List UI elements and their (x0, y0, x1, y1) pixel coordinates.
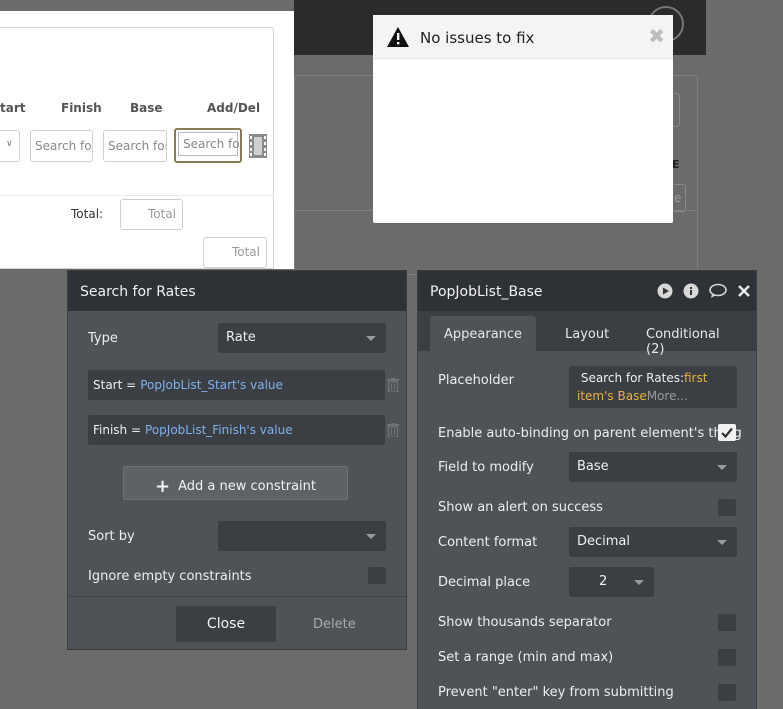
selected-search-box[interactable]: Search for (174, 128, 242, 163)
selected-search-box-text: Search for (178, 132, 240, 156)
element-properties-panel: PopJobList_Base Appearance Layout Condit… (417, 270, 757, 709)
field-to-modify-value: Base (577, 459, 609, 474)
column-header-start: tart (0, 101, 26, 115)
start-dropdown[interactable]: ∨ (0, 130, 20, 162)
auto-binding-checkbox[interactable] (718, 424, 736, 441)
finish-search-box[interactable]: Search for (30, 130, 93, 162)
decimal-place-value: 2 (599, 574, 608, 589)
trash-icon[interactable] (387, 423, 399, 437)
tab-appearance[interactable]: Appearance (430, 316, 537, 351)
auto-binding-label: Enable auto-binding on parent element's … (438, 426, 742, 441)
check-icon (721, 427, 733, 438)
info-icon[interactable] (683, 283, 699, 303)
tab-layout[interactable]: Layout (551, 316, 623, 351)
chevron-down-icon (366, 534, 376, 539)
field-to-modify-select[interactable]: Base (569, 452, 737, 482)
constraint-field: Finish = (93, 423, 142, 437)
alert-on-success-label: Show an alert on success (438, 500, 603, 515)
close-icon[interactable] (737, 284, 751, 302)
properties-tabs: Appearance Layout Conditional (2) (418, 311, 756, 357)
constraint-row[interactable]: Finish = PopJobList_Finish's value (88, 415, 385, 445)
chevron-down-icon: ∨ (6, 139, 13, 149)
thousands-separator-checkbox[interactable] (718, 614, 736, 631)
total-input[interactable]: Total (120, 199, 183, 230)
chevron-down-icon (366, 336, 376, 341)
dynamic-expression[interactable]: first (684, 371, 707, 385)
decimal-place-select[interactable]: 2 (569, 567, 654, 597)
prevent-enter-checkbox[interactable] (718, 684, 736, 701)
panel-divider (68, 596, 406, 597)
placeholder-label: Placeholder (438, 373, 514, 388)
field-to-modify-label: Field to modify (438, 460, 534, 475)
film-icon[interactable] (249, 134, 267, 158)
add-constraint-label: Add a new constraint (178, 479, 316, 494)
plus-icon: + (155, 476, 171, 497)
chevron-down-icon (634, 580, 644, 585)
issues-header: No issues to fix ✖ (373, 15, 673, 59)
panel-title: Search for Rates (68, 271, 406, 311)
content-format-label: Content format (438, 535, 538, 550)
sort-by-select[interactable] (218, 521, 386, 551)
content-format-value: Decimal (577, 534, 631, 549)
base-search-box[interactable]: Search for (103, 130, 167, 162)
constraint-field: Start = (93, 378, 137, 392)
chevron-down-icon (717, 465, 727, 470)
type-select[interactable]: Rate (218, 323, 386, 353)
column-header-finish: Finish (61, 101, 102, 115)
background-text: e (674, 191, 682, 205)
issues-title: No issues to fix (420, 29, 535, 47)
type-label: Type (88, 331, 118, 346)
add-constraint-button[interactable]: + Add a new constraint (123, 466, 348, 500)
content-format-select[interactable]: Decimal (569, 527, 737, 557)
type-select-value: Rate (226, 330, 256, 345)
close-icon[interactable]: ✖ (648, 24, 665, 48)
set-range-label: Set a range (min and max) (438, 650, 614, 665)
search-for-rates-panel: Search for Rates Type Rate Start = PopJob… (67, 270, 407, 650)
panel-header-icons (651, 283, 751, 303)
play-icon[interactable] (657, 283, 673, 303)
ignore-empty-label: Ignore empty constraints (88, 569, 252, 584)
trash-icon[interactable] (387, 378, 399, 392)
prevent-enter-label: Prevent "enter" key from submitting (438, 685, 674, 700)
thousands-separator-label: Show thousands separator (438, 615, 612, 630)
background-label: E (672, 158, 680, 171)
comment-icon[interactable] (709, 283, 727, 303)
constraint-row[interactable]: Start = PopJobList_Start's value (88, 370, 385, 400)
column-header-base: Base (130, 101, 163, 115)
background-field (672, 93, 680, 127)
constraint-value[interactable]: PopJobList_Start's value (140, 378, 283, 392)
canvas-divider (0, 195, 274, 196)
ignore-empty-checkbox[interactable] (368, 567, 386, 584)
more-link[interactable]: More... (647, 389, 688, 403)
constraint-value[interactable]: PopJobList_Finish's value (145, 423, 293, 437)
column-header-add-del: Add/Del (207, 101, 261, 115)
tab-conditional[interactable]: Conditional (2) (632, 316, 756, 357)
alert-on-success-checkbox[interactable] (718, 499, 736, 516)
delete-button[interactable]: Delete (313, 617, 356, 632)
warning-icon (387, 27, 409, 47)
sort-by-label: Sort by (88, 529, 135, 544)
total-label: Total: (71, 207, 104, 221)
dynamic-expression[interactable]: item's Base (577, 389, 647, 403)
close-button[interactable]: Close (176, 606, 276, 642)
set-range-checkbox[interactable] (718, 649, 736, 666)
placeholder-text: Search for Rates: (580, 371, 684, 385)
placeholder-input[interactable]: Search for Rates:first item's BaseMore..… (569, 366, 737, 408)
chevron-down-icon (717, 540, 727, 545)
issues-popup: No issues to fix ✖ (373, 15, 673, 223)
decimal-place-label: Decimal place (438, 575, 531, 590)
page-canvas[interactable]: tart Finish Base Add/Del ∨ Search for Se… (0, 11, 294, 269)
grand-total-input[interactable]: Total (203, 237, 267, 268)
